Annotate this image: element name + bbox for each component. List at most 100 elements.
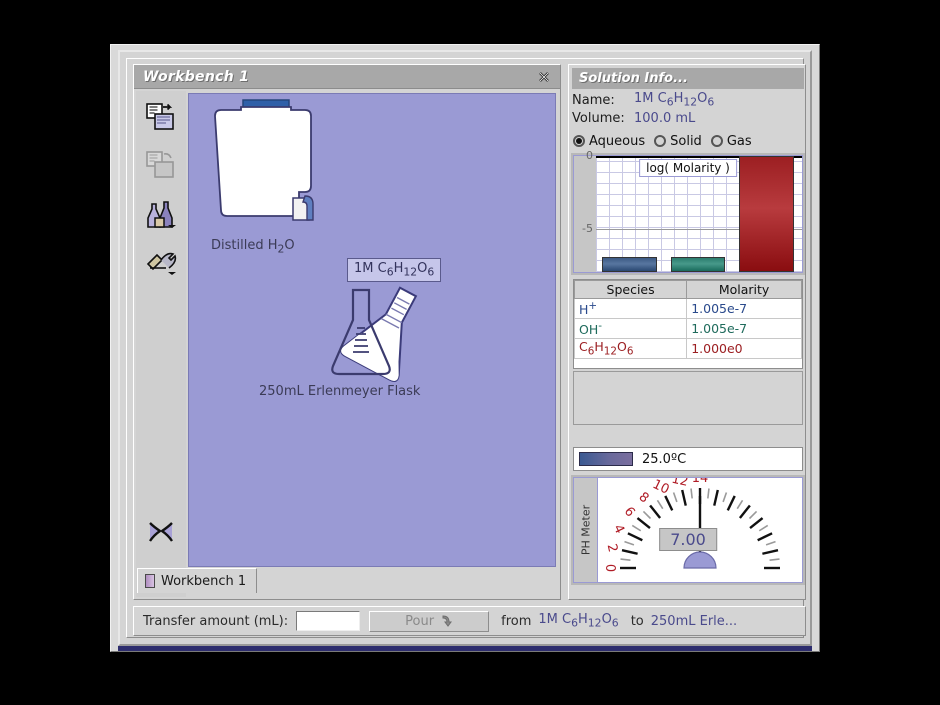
transfer-from-word: from [501, 613, 532, 629]
radio-aqueous-dot [573, 135, 585, 147]
radio-aqueous-label: Aqueous [589, 133, 646, 149]
chart-bar [739, 156, 794, 272]
temperature-display: 25.0ºC [573, 447, 803, 471]
solution-name-value: 1M C6H12O6 [634, 91, 715, 109]
chart-bar [670, 257, 726, 272]
distilled-water-label: Distilled H2O [211, 238, 295, 256]
ph-meter[interactable]: PH Meter 0 2 4 6 8 10 12 14 7.00 [571, 475, 805, 585]
ph-meter-readout: 7.00 [659, 528, 717, 551]
species-cell: H+ [573, 298, 688, 319]
solution-info-title-text: Solution Info... [579, 71, 688, 86]
ph-tick [636, 517, 651, 530]
pour-button[interactable]: Pour [369, 610, 490, 632]
table-row[interactable]: OH- 1.005e-7 [573, 318, 802, 339]
table-row[interactable]: C6H12O6 1.000e0 [573, 338, 802, 359]
transfer-to-value[interactable]: 250mL Erle... [651, 614, 737, 629]
molarity-cell: 1.005e-7 [686, 298, 802, 319]
tab-workbench-1[interactable]: Workbench 1 [137, 568, 258, 593]
ph-tick [621, 549, 638, 555]
ph-meter-side-label: PH Meter [574, 478, 598, 582]
pour-button-label: Pour [405, 613, 435, 629]
erlenmeyer-flask[interactable] [319, 284, 444, 389]
ph-tick [736, 499, 744, 510]
ph-tick [749, 517, 764, 530]
ph-tick [758, 524, 769, 532]
solution-properties: Name: 1M C6H12O6 Volume: 100.0 mL [572, 91, 804, 127]
chart-title: log( Molarity ) [639, 159, 737, 177]
ph-tick [738, 504, 751, 519]
species-table: Species Molarity H+ 1.005e-7 OH- 1.005e-7 C6… [573, 279, 803, 369]
ph-tick-label: 14 [692, 478, 709, 486]
solution-info-panel: Solution Info... Name: 1M C6H12O6 Volume… [568, 64, 806, 600]
ph-tick [624, 540, 635, 546]
ph-tick-label: 6 [621, 504, 638, 520]
chart-ytick-1: -5 [582, 221, 593, 235]
copy-document-icon[interactable] [141, 145, 181, 185]
solution-volume-value: 100.0 mL [634, 110, 696, 126]
ph-tick [672, 492, 678, 503]
chart-bar [602, 257, 657, 272]
tools-wrench-icon[interactable] [141, 241, 181, 281]
erlenmeyer-flask-label: 250mL Erlenmeyer Flask [259, 384, 421, 399]
window-bottom-accent [118, 646, 812, 651]
transfer-amount-input[interactable] [296, 611, 361, 631]
radio-solid-label: Solid [670, 133, 702, 149]
tab-workbench-1-label: Workbench 1 [161, 573, 247, 589]
new-experiment-icon[interactable] [141, 97, 181, 137]
transfer-amount-label: Transfer amount (mL): [143, 613, 289, 629]
transfer-to-word: to [630, 613, 644, 629]
radio-gas-dot [710, 135, 723, 147]
workbench-canvas[interactable]: Distilled H2O 1M C6H12O6 250mL Erlenmeye… [188, 93, 556, 567]
ph-tick [690, 488, 693, 499]
transfer-from-value[interactable]: 1M C6H12O6 [538, 612, 618, 630]
log-molarity-chart: 0 -5 log( Molarity ) [571, 149, 805, 275]
species-cell: OH- [573, 318, 688, 339]
solution-name-row: Name: 1M C6H12O6 [572, 91, 804, 109]
radio-gas[interactable]: Gas [710, 133, 752, 149]
distilled-water-bottle[interactable] [207, 98, 327, 238]
ph-tick [664, 495, 674, 511]
chart-y-axis: 0 -5 [574, 149, 596, 272]
species-column-header: Species [573, 280, 688, 299]
connector-icon[interactable] [141, 513, 181, 553]
table-row[interactable]: H+ 1.005e-7 [573, 298, 802, 319]
ph-tick [757, 532, 773, 542]
ph-meter-side-label-text: PH Meter [579, 504, 592, 556]
ph-tick [726, 495, 736, 511]
ph-tick [722, 492, 728, 503]
ph-tick [769, 558, 780, 561]
chemicals-bottles-icon[interactable] [141, 193, 181, 233]
transfer-bar: Transfer amount (mL): Pour from 1M C6H12… [133, 606, 806, 636]
workbench-toolbar [136, 91, 186, 597]
species-table-header-row: Species Molarity [573, 280, 802, 299]
solution-volume-key: Volume: [572, 110, 625, 126]
molarity-cell: 1.000e0 [686, 338, 802, 359]
molarity-column-header: Molarity [686, 280, 802, 299]
workbench-title-text: Workbench 1 [143, 68, 250, 85]
workbench-tab-icon [145, 574, 155, 588]
solution-info-title-bar: Solution Info... [572, 68, 804, 89]
radio-gas-label: Gas [726, 133, 752, 149]
ph-tick [642, 510, 652, 520]
radio-solid[interactable]: Solid [654, 134, 702, 149]
workbench-panel: Workbench 1 Distilled H2O 1M C6H12O6 250… [133, 64, 561, 600]
ph-tick [765, 540, 776, 546]
temperature-gradient-swatch [579, 452, 633, 466]
ph-tick-label: 8 [636, 490, 652, 507]
ph-tick-label: 2 [604, 542, 620, 553]
solution-volume-row: Volume: 100.0 mL [572, 109, 804, 127]
species-cell: C6H12O6 [573, 338, 688, 359]
ph-tick-label: 0 [602, 564, 617, 572]
ph-tick [713, 489, 719, 506]
ph-tick [627, 532, 643, 542]
radio-solid-dot [654, 135, 667, 147]
workbench-title-bar: Workbench 1 [134, 65, 560, 89]
ph-tick-label: 4 [610, 522, 627, 536]
radio-aqueous[interactable]: Aqueous [573, 134, 645, 149]
ph-tick-label: 12 [670, 478, 689, 490]
application-root: Workbench 1 Distilled H2O 1M C6H12O6 250… [0, 0, 940, 705]
ph-tick [681, 489, 687, 506]
solution-name-key: Name: [572, 92, 615, 108]
close-x-icon[interactable] [536, 69, 552, 85]
workbench-tab-strip: Workbench 1 [133, 568, 561, 594]
